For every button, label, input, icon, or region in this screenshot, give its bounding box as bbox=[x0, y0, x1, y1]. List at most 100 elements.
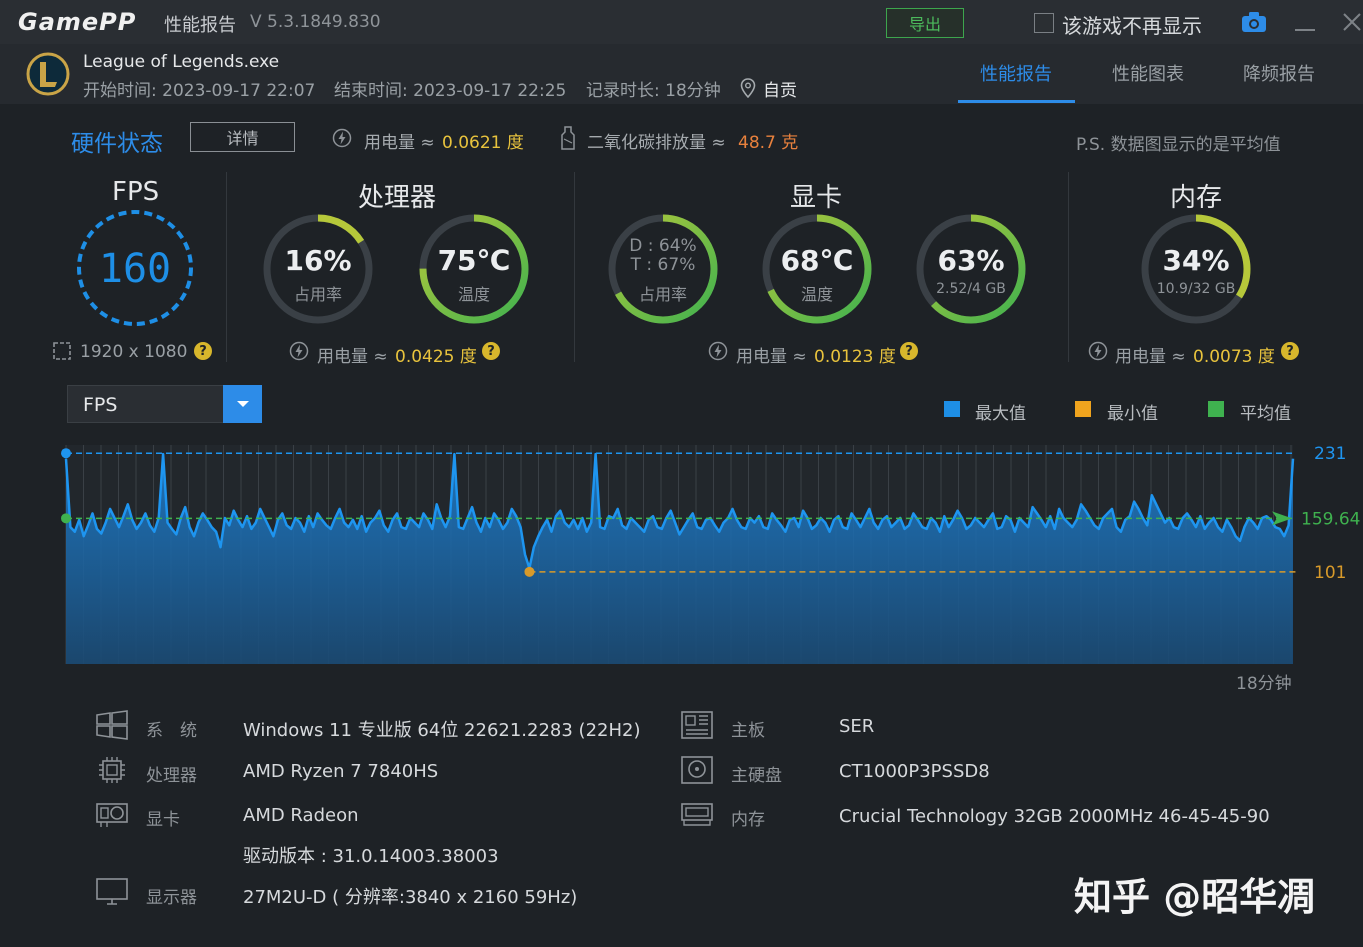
cpu-temp-label: 温度 bbox=[457, 285, 490, 304]
ram-usage-label: 10.9/32 GB bbox=[1156, 281, 1236, 297]
record-duration: 记录时长: 18分钟 bbox=[586, 81, 721, 101]
tab-throttle-report[interactable]: 降频报告 bbox=[1243, 60, 1315, 86]
legend-min-swatch bbox=[1075, 401, 1091, 417]
legend-avg-swatch bbox=[1208, 401, 1224, 417]
gpu-d-usage: D : 64% bbox=[629, 236, 697, 256]
camera-icon[interactable] bbox=[1241, 10, 1267, 34]
monitor-frame-icon bbox=[53, 342, 71, 360]
memory-value: Crucial Technology 32GB 2000MHz 46-45-45… bbox=[839, 806, 1270, 827]
hard-drive-icon bbox=[681, 756, 713, 784]
cpu-value: AMD Ryzen 7 7840HS bbox=[243, 761, 439, 782]
legend-min-label: 最小值 bbox=[1107, 404, 1158, 424]
disk-value: CT1000P3PSSD8 bbox=[839, 761, 990, 782]
gpu-power-label: 用电量 ≈ bbox=[736, 347, 807, 367]
motherboard-value: SER bbox=[839, 716, 875, 737]
ram-power-label: 用电量 ≈ bbox=[1115, 347, 1186, 367]
power-icon bbox=[332, 128, 352, 148]
fps-chart: 231 159.64 101 18分钟 bbox=[61, 444, 1360, 690]
active-tab-indicator bbox=[958, 100, 1075, 103]
gpu-value: AMD Radeon bbox=[243, 805, 359, 826]
os-value: Windows 11 专业版 64位 22621.2283 (22H2) bbox=[243, 720, 641, 741]
app-logo: GamePP bbox=[18, 8, 137, 36]
gpu-temp-label: 温度 bbox=[800, 285, 833, 304]
gpu-usage-label: 占用率 bbox=[638, 285, 687, 304]
co2-bottle-icon bbox=[561, 126, 575, 150]
driver-version: 驱动版本 : 31.0.14003.38003 bbox=[243, 846, 499, 867]
monitor-value: 27M2U-D ( 分辨率:3840 x 2160 59Hz) bbox=[243, 887, 578, 908]
power-icon bbox=[708, 341, 728, 361]
legend-max-swatch bbox=[944, 401, 960, 417]
x-end-label: 18分钟 bbox=[1236, 674, 1292, 690]
ram-power-value: 0.0073 度 bbox=[1193, 347, 1275, 367]
help-icon[interactable]: ? bbox=[482, 342, 500, 360]
game-name: League of Legends.exe bbox=[83, 52, 280, 72]
export-button[interactable]: 导出 bbox=[886, 8, 964, 38]
gpu-vram-label: 2.52/4 GB bbox=[936, 281, 1006, 297]
cpu-usage-label: 占用率 bbox=[293, 285, 342, 304]
cpu-power-label: 用电量 ≈ bbox=[317, 347, 388, 367]
help-icon[interactable]: ? bbox=[194, 342, 212, 360]
windows-icon bbox=[96, 710, 128, 740]
metric-select-value[interactable]: FPS bbox=[83, 394, 117, 416]
min-value-label: 101 bbox=[1314, 563, 1346, 583]
help-icon[interactable]: ? bbox=[1281, 342, 1299, 360]
fps-section-title: FPS bbox=[112, 177, 160, 207]
detail-button[interactable]: 详情 bbox=[190, 122, 295, 152]
resolution: 1920 x 1080 bbox=[80, 342, 188, 362]
legend-avg-label: 平均值 bbox=[1240, 404, 1291, 424]
min-marker bbox=[524, 566, 535, 577]
gpu-t-usage: T : 67% bbox=[630, 255, 696, 275]
co2-label: 二氧化碳排放量 ≈ bbox=[587, 133, 726, 153]
co2-value: 48.7 克 bbox=[738, 133, 799, 153]
monitor-key: 显示器 bbox=[146, 888, 197, 908]
ram-usage-value: 34% bbox=[1162, 244, 1230, 277]
graphics-card-icon bbox=[96, 803, 128, 827]
fps-value: 160 bbox=[98, 246, 172, 292]
cpu-key: 处理器 bbox=[146, 766, 197, 786]
divider bbox=[226, 172, 227, 362]
avg-marker bbox=[61, 513, 71, 524]
hide-game-checkbox[interactable] bbox=[1034, 13, 1054, 33]
tab-performance-chart[interactable]: 性能图表 bbox=[1112, 60, 1184, 86]
help-icon[interactable]: ? bbox=[900, 342, 918, 360]
app-title: 性能报告 bbox=[164, 15, 236, 36]
power-icon bbox=[1088, 341, 1108, 361]
memory-key: 内存 bbox=[731, 810, 765, 830]
chevron-down-icon[interactable] bbox=[223, 385, 262, 423]
tab-performance-report[interactable]: 性能报告 bbox=[980, 60, 1052, 86]
power-icon bbox=[289, 341, 309, 361]
app-version: V 5.3.1849.830 bbox=[250, 12, 381, 32]
end-time: 结束时间: 2023-09-17 22:25 bbox=[334, 81, 567, 101]
avg-value-label: 159.64 bbox=[1301, 509, 1360, 529]
gpu-key: 显卡 bbox=[146, 810, 180, 830]
total-power-value: 0.0621 度 bbox=[442, 133, 524, 153]
gpu-temp-value: 68℃ bbox=[780, 244, 854, 277]
max-marker bbox=[61, 448, 71, 459]
memory-icon bbox=[681, 803, 713, 826]
motherboard-key: 主板 bbox=[731, 721, 765, 741]
disk-key: 主硬盘 bbox=[731, 766, 782, 786]
cpu-temp-value: 75℃ bbox=[437, 244, 511, 277]
divider bbox=[1068, 172, 1069, 362]
divider bbox=[574, 172, 575, 362]
league-of-legends-icon bbox=[26, 52, 70, 96]
watermark: 知乎 @昭华凋 bbox=[1074, 875, 1316, 919]
minimize-icon[interactable] bbox=[1294, 12, 1316, 34]
close-icon[interactable] bbox=[1340, 10, 1363, 34]
legend-max-label: 最大值 bbox=[975, 404, 1026, 424]
max-value-label: 231 bbox=[1314, 444, 1346, 464]
os-key: 系 统 bbox=[146, 721, 197, 741]
monitor-icon bbox=[96, 878, 128, 905]
hardware-status-title: 硬件状态 bbox=[71, 131, 163, 157]
location-pin-icon bbox=[740, 78, 756, 98]
hide-game-label[interactable]: 该游戏不再显示 bbox=[1062, 10, 1202, 39]
gpu-power-value: 0.0123 度 bbox=[814, 347, 896, 367]
cpu-chip-icon bbox=[99, 757, 125, 783]
cpu-power-value: 0.0425 度 bbox=[395, 347, 477, 367]
cpu-usage-value: 16% bbox=[284, 244, 352, 277]
start-time: 开始时间: 2023-09-17 22:07 bbox=[83, 81, 316, 101]
gpu-vram-value: 63% bbox=[937, 244, 1005, 277]
motherboard-icon bbox=[681, 711, 713, 739]
total-power-label: 用电量 ≈ bbox=[364, 133, 435, 153]
location: 自贡 bbox=[763, 81, 797, 101]
